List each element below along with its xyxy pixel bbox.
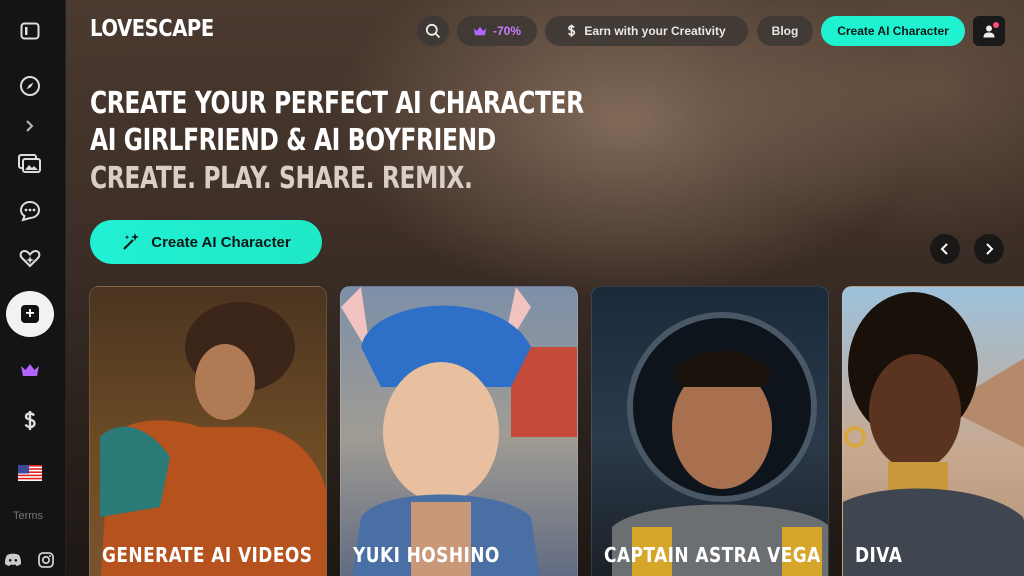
notification-dot — [993, 22, 999, 28]
crown-icon[interactable] — [0, 352, 60, 388]
dollar-icon — [568, 24, 576, 37]
chevron-right-icon[interactable] — [0, 108, 60, 144]
carousel-next-button[interactable] — [974, 234, 1004, 264]
us-flag-icon[interactable] — [0, 455, 60, 491]
character-card[interactable]: GENERATE AI VIDEOS — [89, 286, 327, 576]
character-card[interactable]: DIVA — [842, 286, 1024, 576]
compass-icon[interactable] — [0, 68, 60, 104]
terms-link[interactable]: Terms — [13, 510, 43, 522]
crown-icon — [473, 26, 487, 36]
discount-label: -70% — [492, 24, 521, 38]
blog-label: Blog — [771, 24, 799, 38]
magic-wand-icon — [123, 233, 140, 250]
hero-headline-1: CREATE YOUR PERFECT AI CHARACTER — [90, 86, 584, 121]
instagram-icon[interactable] — [16, 542, 76, 576]
card-image — [612, 312, 828, 576]
card-image — [100, 302, 326, 576]
create-character-hero-button[interactable]: Create AI Character — [90, 220, 322, 264]
chevron-left-icon — [940, 243, 948, 255]
card-image — [341, 287, 577, 576]
create-label: Create AI Character — [837, 24, 949, 38]
card-image — [843, 292, 1024, 576]
search-icon — [425, 23, 441, 39]
hero-headline-2: AI GIRLFRIEND & AI BOYFRIEND — [90, 123, 496, 158]
character-card[interactable]: YUKI HOSHINO — [340, 286, 578, 576]
card-title: CAPTAIN ASTRA VEGA — [604, 543, 821, 567]
card-title: DIVA — [855, 543, 903, 567]
earn-label: Earn with your Creativity — [584, 24, 726, 38]
heart-sparkle-icon[interactable] — [0, 240, 60, 276]
carousel-prev-button[interactable] — [930, 234, 960, 264]
plus-icon: + — [21, 305, 39, 323]
dollar-icon[interactable] — [0, 403, 60, 439]
chevron-right-icon — [986, 243, 994, 255]
create-character-header-button[interactable]: Create AI Character — [821, 16, 965, 46]
sidebar: + Terms — [0, 0, 66, 576]
search-button[interactable] — [417, 16, 449, 46]
gallery-icon[interactable] — [0, 146, 60, 182]
discount-badge[interactable]: -70% — [457, 16, 537, 46]
blog-link[interactable]: Blog — [757, 16, 813, 46]
earn-button[interactable]: Earn with your Creativity — [545, 16, 748, 46]
chat-icon[interactable] — [0, 193, 60, 229]
hero-tagline: CREATE. PLAY. SHARE. REMIX. — [90, 161, 473, 196]
character-card[interactable]: CAPTAIN ASTRA VEGA — [591, 286, 829, 576]
user-menu-button[interactable] — [973, 16, 1005, 46]
brand-logo[interactable]: LOVESCAPE — [90, 16, 214, 42]
hero-cta-label: Create AI Character — [151, 233, 291, 251]
create-button[interactable]: + — [6, 291, 54, 337]
card-title: YUKI HOSHINO — [353, 543, 500, 567]
sidebar-toggle-icon[interactable] — [0, 13, 60, 49]
card-title: GENERATE AI VIDEOS — [102, 543, 313, 567]
